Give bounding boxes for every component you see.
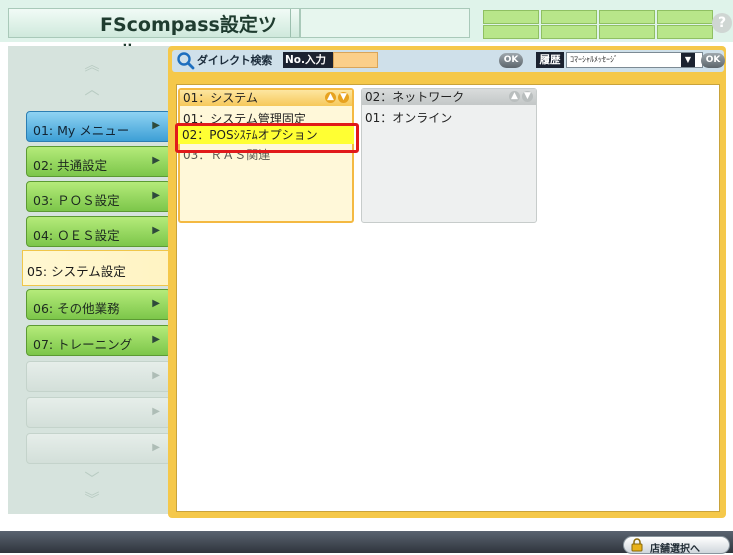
status-cell: [541, 25, 597, 39]
title-divider: [290, 9, 299, 37]
number-input-field[interactable]: [333, 52, 378, 68]
column-up-icon[interactable]: ▲: [509, 91, 520, 102]
column-down-icon[interactable]: ▼: [522, 91, 533, 102]
scroll-down-icon[interactable]: ﹀: [80, 472, 104, 487]
category-column-system: 01：システム ▲ ▼ 01：システム管理固定 03：ＲＡＳ関連: [178, 88, 354, 223]
nav-item-oes-settings[interactable]: 04: ＯＥＳ設定 ▶: [26, 216, 171, 247]
column-down-icon[interactable]: ▼: [338, 92, 349, 103]
help-icon[interactable]: ?: [712, 13, 732, 33]
arrow-right-icon: ▶: [152, 190, 160, 201]
nav-item-label: 02: 共通設定: [33, 158, 108, 173]
lock-icon: [631, 538, 643, 552]
nav-item-empty[interactable]: ▶: [26, 361, 171, 392]
nav-item-label: 05: システム設定: [27, 264, 126, 279]
status-cell: [541, 10, 597, 24]
arrow-right-icon: ▶: [152, 225, 160, 236]
nav-item-pos-settings[interactable]: 03: ＰＯＳ設定 ▶: [26, 181, 171, 212]
status-cell: [657, 25, 713, 39]
nav-item-empty[interactable]: ▶: [26, 397, 171, 428]
history-label: 履歴: [536, 52, 564, 68]
search-ok-button[interactable]: OK: [499, 53, 523, 68]
nav-item-label: 03: ＰＯＳ設定: [33, 193, 120, 208]
nav-item-label: 06: その他業務: [33, 301, 120, 316]
app-title: FScompass設定ツール: [100, 14, 277, 63]
number-input-label: No.入力: [283, 52, 333, 68]
status-cell: [657, 10, 713, 24]
highlight-box: [175, 123, 359, 153]
arrow-right-icon: ▶: [152, 155, 160, 166]
search-icon: [177, 52, 195, 70]
list-item[interactable]: 01：オンライン: [365, 109, 452, 126]
store-select-button[interactable]: 店舗選択へ: [623, 536, 730, 555]
nav-item-system-settings[interactable]: 05: システム設定: [22, 250, 174, 286]
arrow-right-icon: ▶: [152, 120, 160, 131]
nav-item-other-tasks[interactable]: 06: その他業務 ▶: [26, 289, 171, 320]
nav-item-common-settings[interactable]: 02: 共通設定 ▶: [26, 146, 171, 177]
nav-item-training[interactable]: 07: トレーニング ▶: [26, 325, 171, 356]
column-up-icon[interactable]: ▲: [325, 92, 336, 103]
nav-item-my-menu[interactable]: 01: My メニュー ▶: [26, 111, 171, 142]
nav-item-label: 04: ＯＥＳ設定: [33, 228, 120, 243]
scroll-bottom-icon[interactable]: ︾: [80, 492, 104, 507]
arrow-right-icon: ▶: [152, 298, 160, 309]
status-cell: [599, 25, 655, 39]
title-extension-panel: [300, 8, 470, 38]
category-column-network: 02：ネットワーク ▲ ▼ 01：オンライン: [361, 88, 537, 223]
nav-item-label: 01: My メニュー: [33, 123, 130, 138]
direct-search-label: ダイレクト検索: [197, 54, 272, 67]
arrow-right-icon: ▶: [152, 406, 160, 417]
status-cell: [483, 25, 539, 39]
scroll-top-icon[interactable]: ︽: [80, 58, 104, 73]
chevron-down-icon[interactable]: ▼: [681, 53, 695, 67]
history-ok-button[interactable]: OK: [701, 53, 725, 68]
status-cell: [483, 10, 539, 24]
nav-item-empty[interactable]: ▶: [26, 433, 171, 464]
arrow-right-icon: ▶: [152, 442, 160, 453]
nav-item-label: 07: トレーニング: [33, 337, 133, 352]
status-cell: [599, 10, 655, 24]
arrow-right-icon: ▶: [152, 334, 160, 345]
scroll-up-icon[interactable]: ︿: [80, 82, 104, 97]
arrow-right-icon: ▶: [152, 370, 160, 381]
